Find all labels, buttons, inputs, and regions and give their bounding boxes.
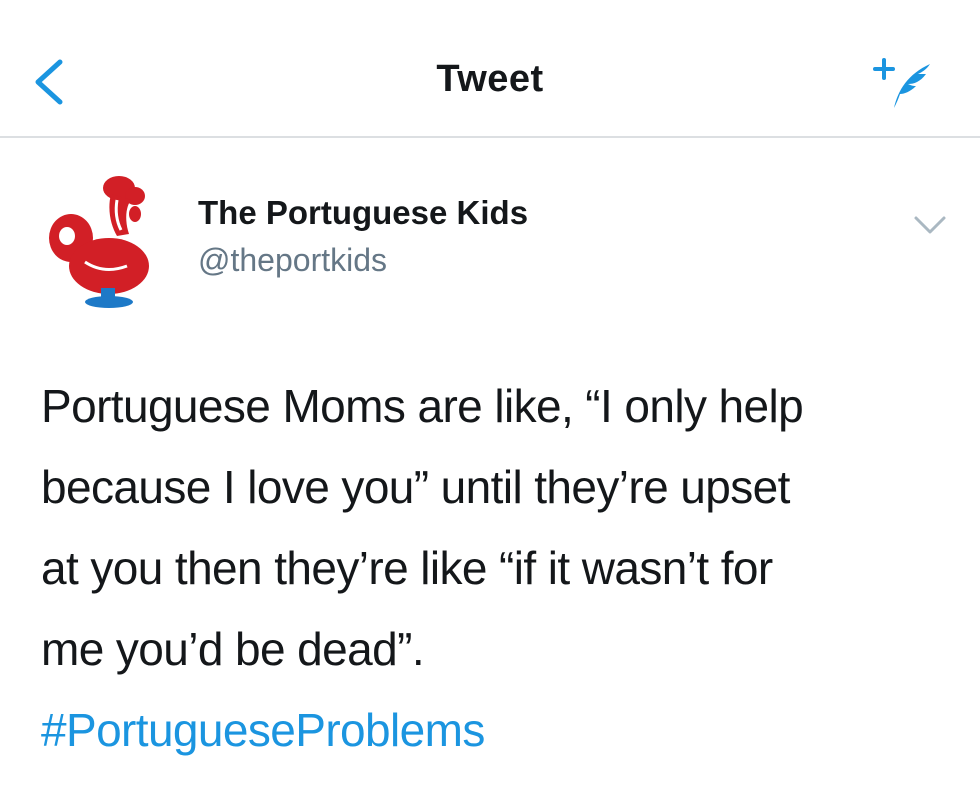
hashtag-link[interactable]: #PortugueseProblems [41, 690, 485, 771]
compose-tweet-button[interactable] [872, 50, 936, 114]
compose-tweet-icon [873, 58, 930, 108]
avatar[interactable] [45, 170, 165, 310]
tweet-header: The Portuguese Kids @theportkids [0, 160, 980, 320]
more-options-button[interactable] [912, 212, 948, 240]
chevron-down-icon [914, 216, 946, 234]
author-name[interactable]: The Portuguese Kids [198, 194, 528, 232]
rooster-of-barcelos-icon [49, 176, 149, 308]
page-title: Tweet [436, 58, 544, 100]
author-handle[interactable]: @theportkids [198, 242, 387, 279]
tweet-text: Portuguese Moms are like, “I only help b… [41, 380, 804, 675]
nav-bar: Tweet [0, 0, 980, 138]
